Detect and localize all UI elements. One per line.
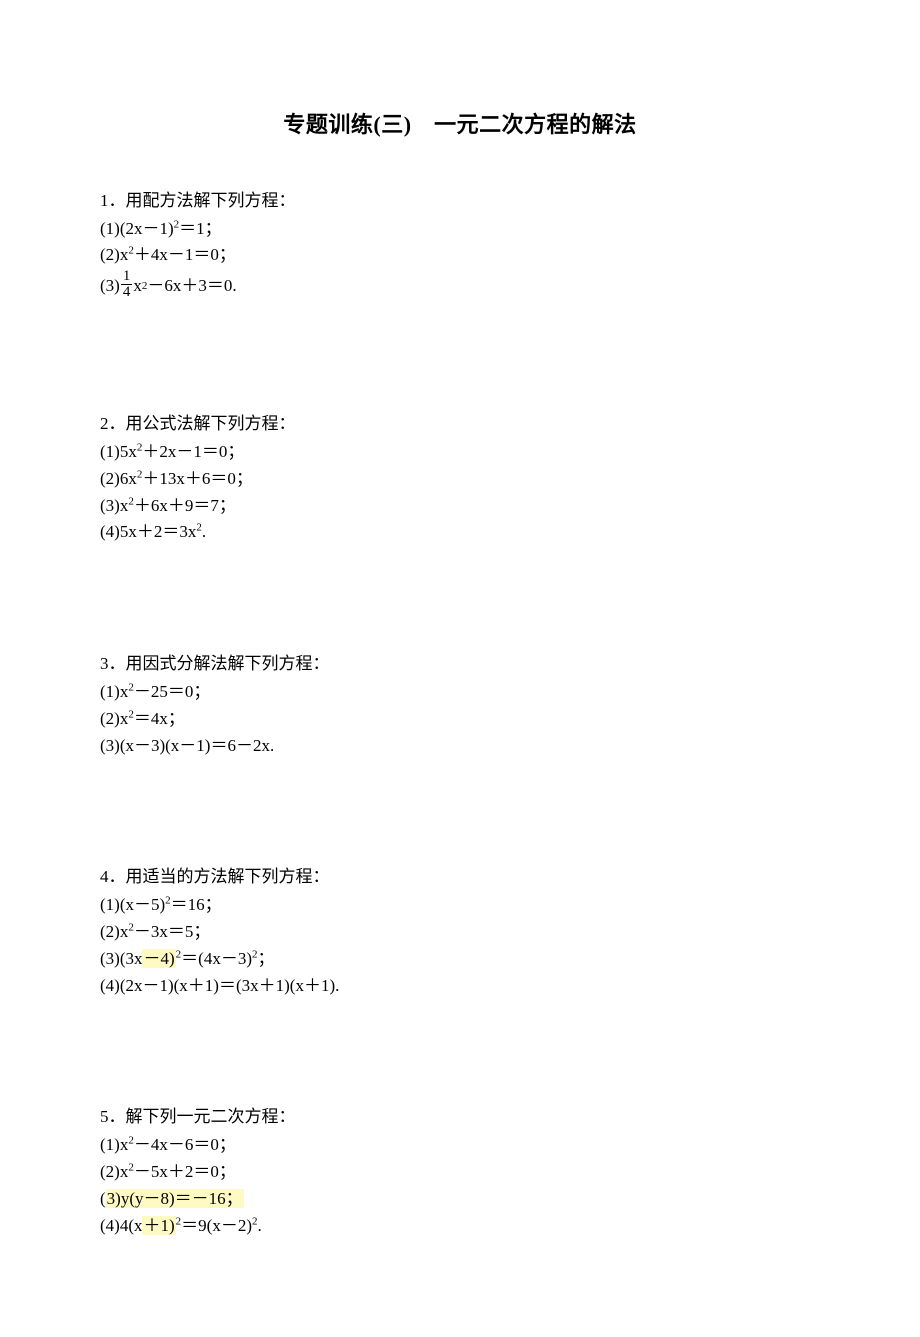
text: (1)5x: [100, 442, 137, 461]
text: ＋6x＋9＝7；: [134, 496, 236, 515]
q4-line2: (2)x2－3x＝5；: [100, 920, 820, 944]
text: .: [202, 522, 206, 541]
text: (2)6x: [100, 469, 137, 488]
text: x: [133, 274, 142, 298]
text: －4x－6＝0；: [134, 1135, 236, 1154]
text: ＋13x＋6＝0；: [142, 469, 253, 488]
text: －5x＋2＝0；: [134, 1162, 236, 1181]
text: ＝(4x－3): [181, 949, 252, 968]
q2-line2: (2)6x2＋13x＋6＝0；: [100, 467, 820, 491]
q1-line2: (2)x2＋4x－1＝0；: [100, 243, 820, 267]
text: (2)x: [100, 922, 128, 941]
text: (: [100, 1189, 106, 1208]
text: －25＝0；: [134, 682, 211, 701]
text: ＝16；: [171, 895, 222, 914]
text: ＝4x；: [134, 709, 185, 728]
q3-line3: (3)(x－3)(x－1)＝6－2x.: [100, 734, 820, 758]
text: －3x＝5；: [134, 922, 211, 941]
text: ＋4x－1＝0；: [134, 245, 236, 264]
question-2: 2．用公式法解下列方程： (1)5x2＋2x－1＝0； (2)6x2＋13x＋6…: [100, 412, 820, 544]
q5-line4: (4)4(x＋1)2＝9(x－2)2.: [100, 1214, 820, 1238]
text: (4)4(x: [100, 1216, 142, 1235]
q2-line4: (4)5x＋2＝3x2.: [100, 520, 820, 544]
highlight-mark: －4): [142, 949, 175, 968]
q2-line1: (1)5x2＋2x－1＝0；: [100, 440, 820, 464]
q5-line2: (2)x2－5x＋2＝0；: [100, 1160, 820, 1184]
text: (3): [100, 274, 120, 298]
question-3: 3．用因式分解法解下列方程： (1)x2－25＝0； (2)x2＝4x； (3)…: [100, 652, 820, 757]
q4-line4: (4)(2x－1)(x＋1)＝(3x＋1)(x＋1).: [100, 974, 820, 998]
q3-line1: (1)x2－25＝0；: [100, 680, 820, 704]
text: (2)x: [100, 1162, 128, 1181]
text: .: [257, 1216, 261, 1235]
denominator: 4: [121, 284, 133, 300]
page-title: 专题训练(三) 一元二次方程的解法: [100, 110, 820, 141]
text: (4)5x＋2＝3x: [100, 522, 196, 541]
question-1: 1．用配方法解下列方程： (1)(2x－1)2＝1； (2)x2＋4x－1＝0；…: [100, 189, 820, 304]
numerator: 1: [121, 269, 133, 284]
text: ＝9(x－2): [181, 1216, 252, 1235]
fraction-one-quarter: 14: [121, 269, 133, 300]
q1-line3: (3)14x2－6x＋3＝0.: [100, 270, 237, 301]
q3-head: 3．用因式分解法解下列方程：: [100, 652, 820, 676]
text: (1)x: [100, 682, 128, 701]
text: (1)x: [100, 1135, 128, 1154]
q4-line1: (1)(x－5)2＝16；: [100, 893, 820, 917]
q5-head: 5．解下列一元二次方程：: [100, 1105, 820, 1129]
text: (3)x: [100, 496, 128, 515]
text: ＝1；: [179, 219, 222, 238]
q2-head: 2．用公式法解下列方程：: [100, 412, 820, 436]
q2-line3: (3)x2＋6x＋9＝7；: [100, 494, 820, 518]
question-5: 5．解下列一元二次方程： (1)x2－4x－6＝0； (2)x2－5x＋2＝0；…: [100, 1105, 820, 1237]
question-4: 4．用适当的方法解下列方程： (1)(x－5)2＝16； (2)x2－3x＝5；…: [100, 865, 820, 997]
text: (3)(3x: [100, 949, 142, 968]
text: ；: [257, 949, 274, 968]
q3-line2: (2)x2＝4x；: [100, 707, 820, 731]
text: －6x＋3＝0.: [147, 274, 236, 298]
q1-head: 1．用配方法解下列方程：: [100, 189, 820, 213]
text: (1)(x－5): [100, 895, 165, 914]
highlight-mark: 3)y(y－8)＝－16；: [106, 1189, 244, 1208]
q1-line1: (1)(2x－1)2＝1；: [100, 217, 820, 241]
q4-line3: (3)(3x－4)2＝(4x－3)2；: [100, 947, 820, 971]
q5-line3: (3)y(y－8)＝－16；: [100, 1187, 820, 1211]
text: (1)(2x－1): [100, 219, 174, 238]
q5-line1: (1)x2－4x－6＝0；: [100, 1133, 820, 1157]
text: (2)x: [100, 709, 128, 728]
q4-head: 4．用适当的方法解下列方程：: [100, 865, 820, 889]
text: ＋2x－1＝0；: [142, 442, 244, 461]
text: (2)x: [100, 245, 128, 264]
highlight-mark: ＋1): [142, 1216, 175, 1235]
